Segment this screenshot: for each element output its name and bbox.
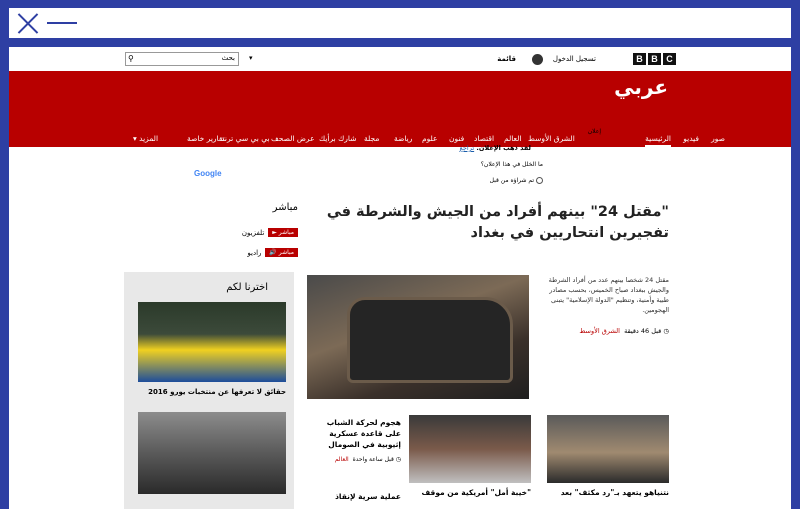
text-story-next[interactable]: عملية سرية لإنقاذ [309,492,401,501]
bbc-letter: C [663,53,676,65]
story-image[interactable] [547,415,669,483]
browser-chrome [9,8,791,38]
bbc-logo[interactable]: B B C [633,53,676,65]
story-card[interactable]: نتنياهو يتعهد بـ"رد مكثف" بعد [547,415,669,498]
site-logo[interactable]: عربي [614,75,668,99]
signin-link[interactable]: تسجيل الدخول [553,55,596,63]
ad-gone-label: لقد ذهب الإعلان. [476,144,531,152]
live-badge: 🔊 مباشر [265,248,298,257]
ad-seen-option[interactable]: تم شراؤه من قبل [490,177,543,184]
live-radio-label: راديو [247,248,262,257]
chevron-down-icon[interactable]: ▾ [249,54,253,62]
burned-car-graphic [347,297,513,383]
top-bar: B B C تسجيل الدخول قائمة ⚲ بحث ▾ [9,47,791,72]
ad-undo-link[interactable]: تراجع [459,144,474,152]
google-logo: Google [194,169,222,178]
live-badge: ► مباشر [268,228,298,237]
story-caption[interactable]: نتنياهو يتعهد بـ"رد مكثف" بعد [547,487,669,498]
story-meta: ◷ قبل ساعة واحدة العالم [309,454,401,465]
live-badge-label: مباشر [278,249,294,256]
lead-tag[interactable]: الشرق الأوسط [579,327,620,335]
story-title[interactable]: هجوم لحركة الشباب على قاعدة عسكرية إثيوب… [309,417,401,450]
menu-link[interactable]: قائمة [497,55,516,63]
live-radio-link[interactable]: راديو 🔊 مباشر [247,248,298,257]
editors-picks: اخترنا لكم حقائق لا تعرفها عن منتخبات يو… [124,272,294,509]
lead-meta: ◷ قبل 46 دقيقة الشرق الأوسط [549,327,669,335]
text-story[interactable]: هجوم لحركة الشباب على قاعدة عسكرية إثيوب… [309,417,401,465]
picks-title: اخترنا لكم [226,282,268,293]
ad-why-link[interactable]: ما الخلل في هذا الإعلان؟ [481,161,543,168]
page: B B C تسجيل الدخول قائمة ⚲ بحث ▾ عربي ال… [9,47,791,509]
pick-image[interactable] [138,412,286,494]
clock-icon: ◷ [395,456,401,463]
clock-icon: ◷ [663,327,669,335]
ad-seen-label: تم شراؤه من قبل [489,177,535,184]
user-icon[interactable] [532,54,543,65]
live-tv-label: تلفزيون [241,228,265,237]
search-input[interactable]: ⚲ بحث [125,52,239,66]
live-badge-label: مباشر [278,229,294,236]
story-time: قبل ساعة واحدة [352,456,394,463]
lead-summary: مقتل 24 شخصا بينهم عدد من أفراد الشرطة و… [548,276,669,314]
search-icon[interactable]: ⚲ [128,54,134,63]
story-tag[interactable]: العالم [335,456,349,463]
close-icon[interactable] [16,12,40,34]
bbc-letter: B [633,53,646,65]
story-card[interactable]: "خيبة أمل" أمريكية من موقف [409,415,531,498]
search-placeholder: بحث [221,54,235,62]
pick-caption[interactable]: حقائق لا تعرفها عن منتخبات يورو 2016 [136,388,286,396]
bbc-letter: B [648,53,661,65]
ad-box: لقد ذهب الإعلان. تراجع ما الخلل في هذا ا… [9,139,791,199]
live-tv-link[interactable]: تلفزيون ► مباشر [242,228,298,237]
story-caption[interactable]: "خيبة أمل" أمريكية من موقف [409,487,532,498]
story-image[interactable] [409,415,531,483]
lead-time: قبل 46 دقيقة [624,327,662,335]
brand-header: عربي الرئيسية فيديو صور الشرق الأوسط الع… [9,71,791,147]
minimize-icon[interactable] [47,22,77,24]
lead-image[interactable] [307,275,529,399]
lead-headline[interactable]: "مقتل 24" بينهم أفراد من الجيش والشرطة ف… [314,202,669,244]
ad-label: إعلان [587,128,601,135]
live-title: مباشر [272,202,298,213]
pick-image[interactable] [138,302,286,382]
radio-icon[interactable] [536,177,543,184]
ad-gone-text: لقد ذهب الإعلان. تراجع [459,144,531,152]
